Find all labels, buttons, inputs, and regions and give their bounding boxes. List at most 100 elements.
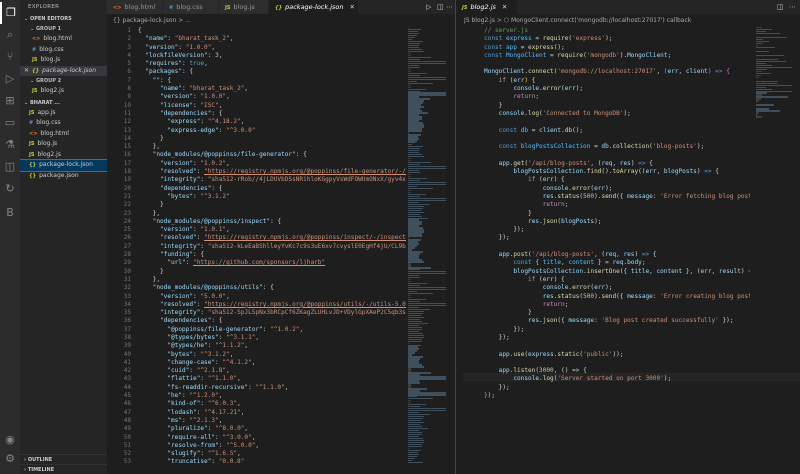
code-line: "kind-of": "^6.0.3", xyxy=(138,400,406,408)
code-token: if xyxy=(484,275,540,283)
timeline-section[interactable]: › TIMELINE xyxy=(20,464,107,474)
live-share-icon[interactable]: ↻ xyxy=(0,178,20,200)
code-token: "^1.6.5" xyxy=(207,450,238,458)
code-token: find xyxy=(586,168,602,176)
code-token: , xyxy=(237,450,241,458)
file-item[interactable]: JS blog2.js xyxy=(20,86,107,97)
editor-split-divider[interactable] xyxy=(455,0,456,474)
code-line: }, xyxy=(138,143,406,151)
right-more-actions-icon[interactable]: ⋯ xyxy=(789,0,796,14)
code-token: : xyxy=(196,408,205,416)
left-breadcrumb[interactable]: {} package-lock.json > ... xyxy=(113,15,443,26)
code-token: 'Server started on port 3000' xyxy=(557,375,664,383)
code-token: } xyxy=(138,201,164,209)
line-number: 5 xyxy=(127,60,131,68)
settings-gear-icon[interactable]: ⚙ xyxy=(0,452,20,465)
code-token: res xyxy=(484,192,554,200)
code-token: const xyxy=(484,126,521,134)
file-item[interactable]: JS app.js xyxy=(20,108,107,119)
minimap-line xyxy=(408,82,434,84)
source-control-icon[interactable]: ⑂ xyxy=(0,46,20,68)
code-token: blogPosts xyxy=(663,168,697,176)
code-token: log xyxy=(528,109,540,117)
code-token: ; xyxy=(491,392,496,400)
group-1-header[interactable]: ⌄ GROUP 1 xyxy=(20,24,107,34)
close-icon[interactable]: ✕ xyxy=(350,3,355,11)
explorer-icon[interactable]: ❐ xyxy=(0,2,20,24)
file-item[interactable]: # blog.css xyxy=(20,45,107,56)
tab-label: package-lock.json xyxy=(285,3,344,11)
code-line: "flattie": "^1.1.0", xyxy=(138,375,406,383)
minimap-line xyxy=(756,76,760,78)
code-token: }); xyxy=(484,226,525,234)
code-line: "name": "bharat_task_2", xyxy=(138,85,406,93)
code-token: "^4.18.2" xyxy=(207,118,241,126)
code-line: "node_modules/@poppinss/inspect": { xyxy=(138,218,406,226)
code-token: db xyxy=(564,126,573,134)
bootstrap-icon[interactable]: B xyxy=(0,202,20,224)
code-token: db xyxy=(520,126,529,134)
code-line: "change-case": "^4.1.2", xyxy=(138,359,406,367)
outline-section[interactable]: › OUTLINE xyxy=(20,454,107,464)
run-debug-icon[interactable]: ▷ xyxy=(0,68,20,90)
code-token: , xyxy=(284,383,289,391)
group-2-header[interactable]: ⌄ GROUP 2 xyxy=(20,76,107,86)
file-item[interactable]: {} package.json xyxy=(20,171,107,182)
close-icon[interactable]: ✕ xyxy=(502,3,507,11)
file-name: blog.html xyxy=(43,35,72,42)
split-editor-icon[interactable]: ◫ xyxy=(437,0,444,14)
right-breadcrumb[interactable]: JS blog2.js > ⬡ MongoClient.connect('mon… xyxy=(464,15,794,26)
workspace-header[interactable]: ⌄ BHARAT ... xyxy=(20,98,107,108)
testing-icon[interactable]: ⚗ xyxy=(0,134,20,156)
run-icon[interactable]: ▷ xyxy=(426,0,431,14)
file-type-icon: JS xyxy=(225,5,231,11)
code-token: , xyxy=(656,168,664,176)
left-minimap[interactable] xyxy=(408,27,446,474)
code-line: } xyxy=(138,268,406,276)
file-item[interactable]: # blog.css xyxy=(20,118,107,129)
code-token: : { xyxy=(262,284,274,292)
code-token: 'Blog post created successfully' xyxy=(601,317,719,325)
remote-explorer-icon[interactable]: ▭ xyxy=(0,112,20,134)
minimap-line xyxy=(756,32,780,35)
right-minimap[interactable] xyxy=(756,27,792,147)
code-line: "bytes": "^3.1.2" xyxy=(138,193,406,201)
editor-tab[interactable]: <> blog.html xyxy=(107,0,163,14)
file-item[interactable]: <> blog.html xyxy=(20,34,107,45)
code-token: const xyxy=(484,51,507,59)
open-editors-header[interactable]: ⌄ OPEN EDITORS xyxy=(20,14,107,24)
line-number: 36 xyxy=(123,317,131,325)
left-code-area[interactable]: { "name": "bharat_task_2", "version": "1… xyxy=(138,27,406,474)
file-item[interactable]: {} package-lock.json xyxy=(20,159,107,172)
more-actions-icon[interactable]: ⋯ xyxy=(446,0,453,14)
right-split-editor-icon[interactable]: ◫ xyxy=(777,0,784,14)
code-token: title xyxy=(630,267,650,275)
code-token: insertOne xyxy=(586,267,620,275)
file-item[interactable]: JS blog.js xyxy=(20,139,107,150)
code-token: "change-case" xyxy=(138,358,216,366)
line-number: 25 xyxy=(123,226,131,234)
code-token: "require-all" xyxy=(138,433,216,441)
file-item[interactable]: JS blog.js xyxy=(20,55,107,66)
code-token: 'blog-posts' xyxy=(652,143,697,151)
line-number: 14 xyxy=(123,134,131,142)
docker-icon[interactable]: ◫ xyxy=(0,156,20,178)
extensions-icon[interactable]: ⊞ xyxy=(0,90,20,112)
file-item[interactable]: ✕{} package-lock.json xyxy=(20,65,107,77)
search-icon[interactable]: ⌕ xyxy=(0,24,20,46)
account-icon[interactable]: ◉ xyxy=(0,433,20,446)
line-number: 21 xyxy=(123,192,131,200)
code-token: , ( xyxy=(594,251,606,259)
editor-tab[interactable]: {} package-lock.json ✕ xyxy=(269,0,359,14)
right-code-area[interactable]: // server.js const express = require('exp… xyxy=(484,27,750,474)
editor-tab[interactable]: # blog.css xyxy=(163,0,219,14)
code-line: app.listen(3000, () => { xyxy=(484,367,750,375)
code-line: if (err) { xyxy=(484,276,750,284)
editor-tab[interactable]: JS blog2.js ✕ xyxy=(456,0,518,14)
close-icon[interactable]: ✕ xyxy=(24,66,29,77)
line-number: 46 xyxy=(123,400,131,408)
file-item[interactable]: JS blog2.js xyxy=(20,150,107,161)
file-item[interactable]: <> blog.html xyxy=(20,129,107,140)
minimap-line xyxy=(756,100,760,102)
editor-tab[interactable]: JS blog.js xyxy=(219,0,269,14)
